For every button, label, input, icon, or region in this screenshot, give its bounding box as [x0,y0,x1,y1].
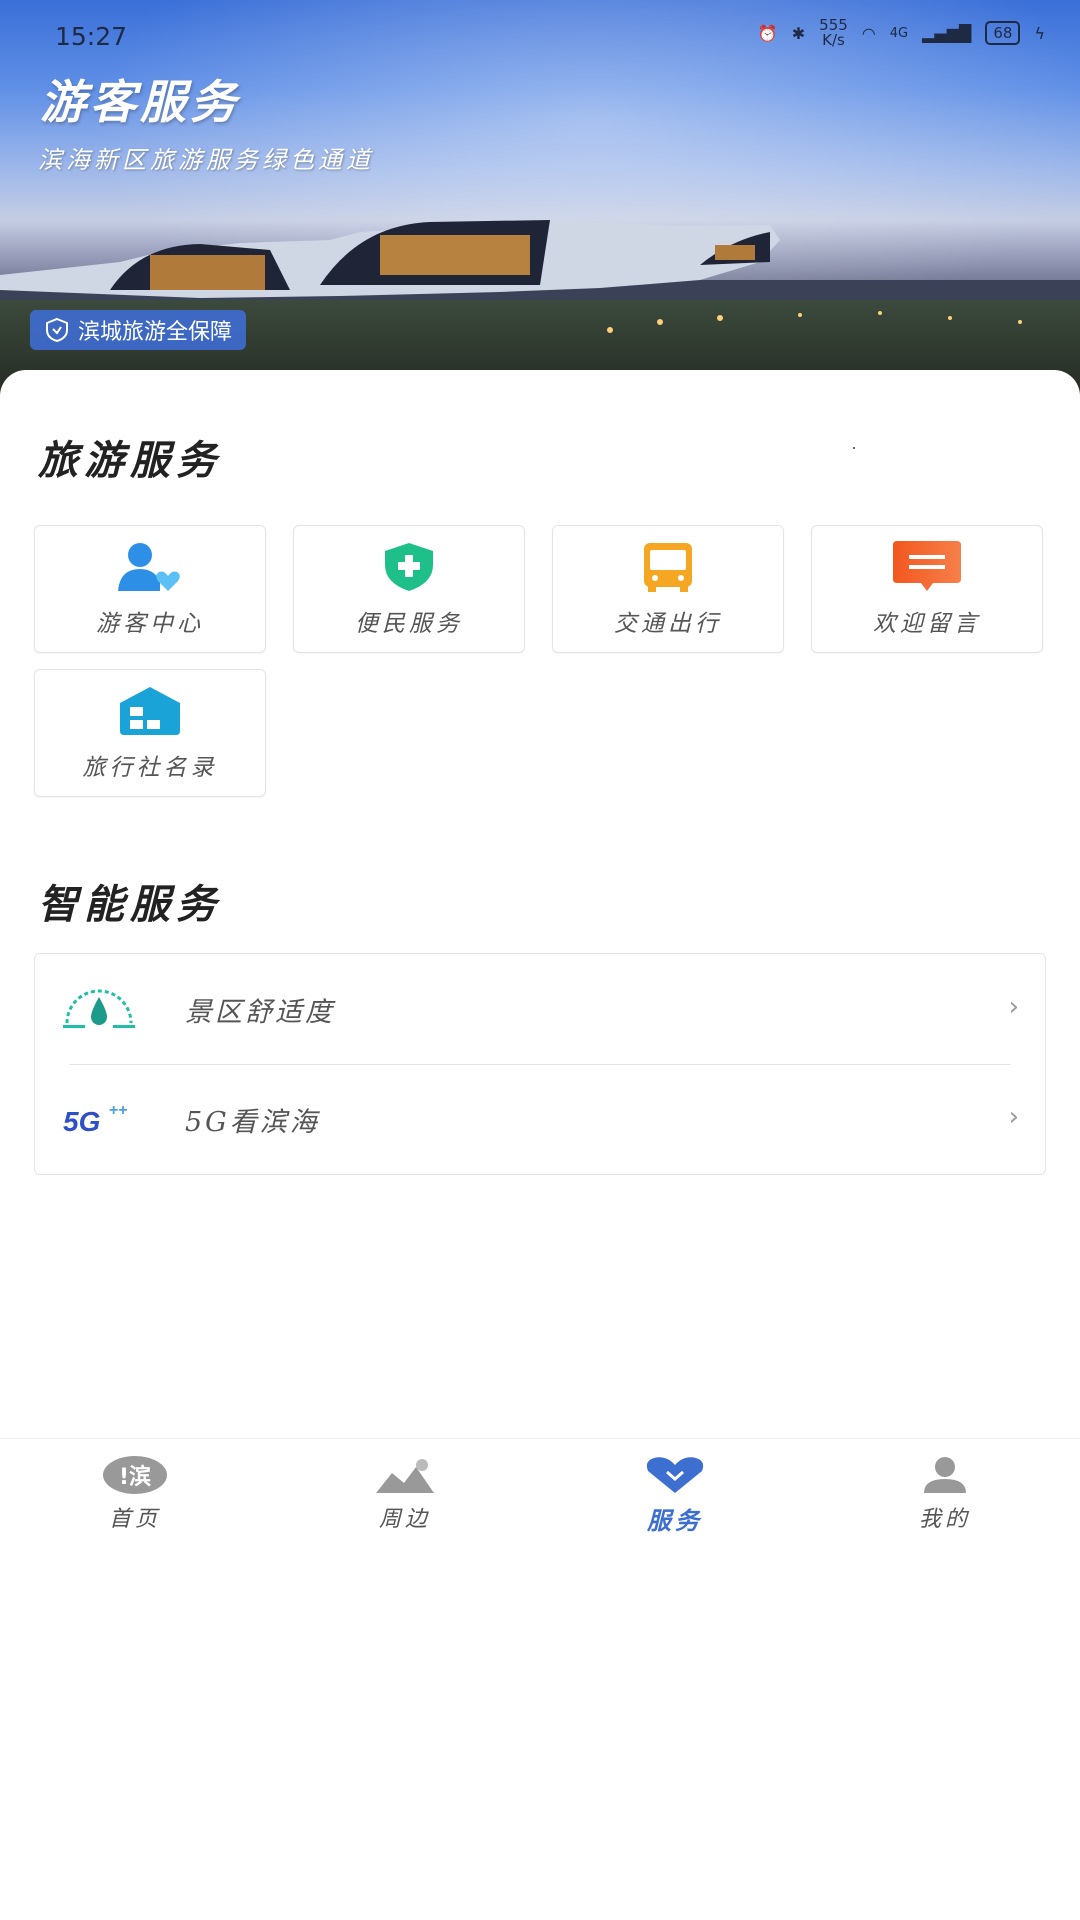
guarantee-badge[interactable]: 滨城旅游全保障 [30,310,247,350]
chevron-right-icon: › [1008,1102,1019,1132]
tile-label: 游客中心 [96,611,204,637]
tile-transport[interactable]: 交通出行 [552,525,784,653]
shield-icon [46,317,68,343]
net-speed-unit: K/s [822,31,845,49]
tile-message[interactable]: 欢迎留言 [811,525,1043,653]
tab-nearby[interactable]: 周边 [270,1439,540,1549]
status-bar: 15:27 ⏰ ✱ 555 K/s ◠ 4G ▂▄▆█ 68 ϟ [0,0,1080,70]
bluetooth-icon: ✱ [791,23,806,43]
medical-shield-icon [385,543,433,591]
smart-services-list: 景区舒适度 › 5G ++ 5G看滨海 › [34,953,1046,1175]
battery-level: 68 [993,24,1013,42]
status-time: 15:27 [55,22,128,51]
travel-services-title: 旅游服务 [38,437,222,484]
network-type: 4G [889,25,909,41]
net-speed: 555 K/s [819,18,848,48]
list-item-label: 5G看滨海 [185,1106,320,1138]
svg-text:!滨: !滨 [119,1464,151,1490]
landscape-icon [376,1459,434,1493]
agency-directory-icon [120,687,180,735]
tile-visitor-center[interactable]: 游客中心 [34,525,266,653]
tab-label: 周边 [378,1507,431,1532]
tile-convenience[interactable]: 便民服务 [293,525,525,653]
badge-label: 滨城旅游全保障 [78,320,233,345]
tab-home[interactable]: !滨 首页 [0,1439,270,1549]
tab-label: 我的 [918,1507,971,1532]
travel-services-grid: 游客中心 便民服务 交通出行 欢迎留言 旅行社名录 [34,525,1046,797]
hero-subtitle: 滨海新区旅游服务绿色通道 [38,146,374,174]
tile-label: 便民服务 [355,611,463,637]
bus-icon [644,543,692,592]
tab-label: 首页 [108,1507,161,1532]
status-icons: ⏰ ✱ 555 K/s ◠ 4G ▂▄▆█ 68 ϟ [758,18,1045,48]
tile-label: 欢迎留言 [873,611,981,637]
profile-icon [924,1457,966,1493]
tile-label: 交通出行 [614,611,722,637]
comfort-gauge-icon [63,989,135,1028]
hero-banner: 15:27 ⏰ ✱ 555 K/s ◠ 4G ▂▄▆█ 68 ϟ 游客服务 滨海… [0,0,1080,400]
chevron-right-icon: › [1008,992,1019,1022]
smart-services-title: 智能服务 [38,881,222,928]
wifi-icon: ◠ [861,23,876,43]
signal-icon: ▂▄▆█ [922,23,972,43]
tab-services[interactable]: 服务 [540,1439,810,1549]
charging-icon: ϟ [1034,23,1045,43]
svg-text:5G: 5G [63,1106,100,1137]
heart-icon [646,1457,704,1493]
message-icon [893,541,961,591]
alarm-icon: ⏰ [757,23,778,43]
home-icon: !滨 [103,1456,167,1494]
bottom-tab-bar: !滨 首页 周边 服务 我的 [0,1438,1080,1549]
decorative-dot [853,447,855,449]
list-item-5g[interactable]: 5G ++ 5G看滨海 › [35,1064,1045,1174]
list-item-comfort[interactable]: 景区舒适度 › [35,954,1045,1064]
battery-icon: 68 [985,21,1021,45]
tab-label: 服务 [647,1506,703,1535]
tab-profile[interactable]: 我的 [810,1439,1080,1549]
tile-agency-directory[interactable]: 旅行社名录 [34,669,266,797]
tile-label: 旅行社名录 [82,755,218,781]
list-item-label: 景区舒适度 [185,996,335,1028]
visitor-center-icon [118,543,180,591]
hero-title: 游客服务 [40,75,240,129]
svg-text:++: ++ [109,1102,128,1119]
5g-icon: 5G ++ [63,1102,128,1137]
